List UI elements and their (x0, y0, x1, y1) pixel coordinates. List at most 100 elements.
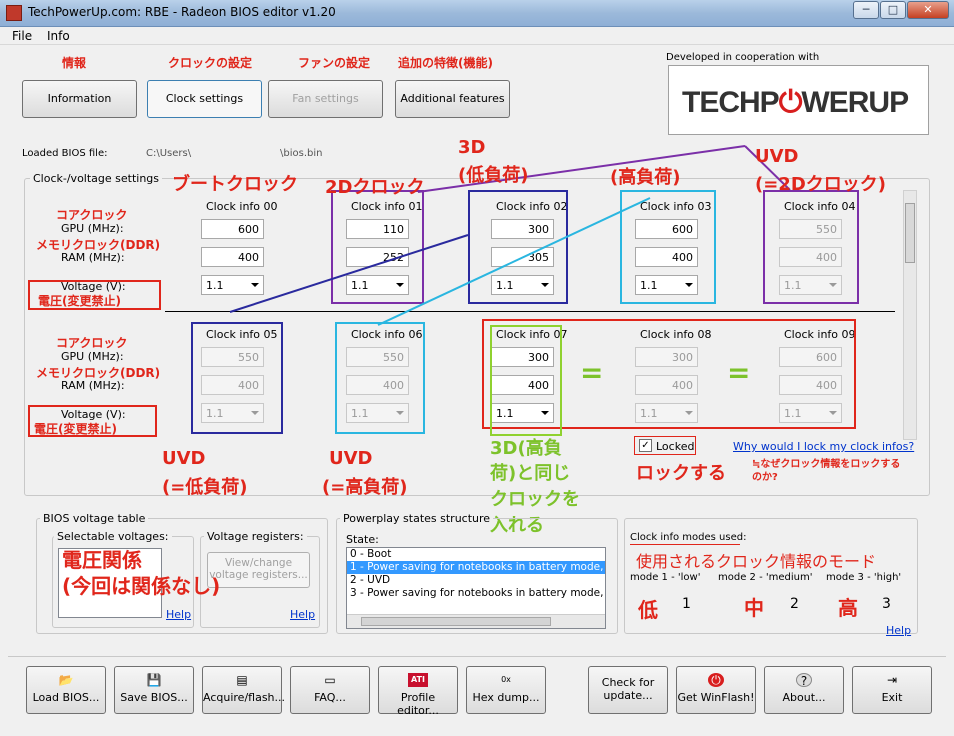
logo-text-right: WERUP (801, 86, 909, 119)
powerplay-hscrollbar[interactable] (347, 614, 605, 628)
jp-mid: 中 (744, 596, 764, 620)
ram-clock-input[interactable]: 400 (635, 247, 698, 267)
voltage-select[interactable]: 1.1 (779, 275, 842, 295)
exit-icon: ⇥ (886, 673, 898, 687)
jp-uvd-high-a: UVD (329, 448, 373, 469)
voltage-select[interactable]: 1.1 (491, 403, 554, 423)
gpu-clock-input[interactable]: 550 (779, 219, 842, 239)
clock-row-separator (165, 311, 895, 312)
powerplay-list-item[interactable]: 0 - Boot (347, 548, 605, 561)
ram-clock-input[interactable]: 400 (635, 375, 698, 395)
powerplay-state-list[interactable]: 0 - Boot 1 - Power saving for notebooks i… (346, 547, 606, 629)
powerplay-list-item[interactable]: 3 - Power saving for notebooks in batter… (347, 587, 605, 600)
exit-button[interactable]: ⇥ Exit (852, 666, 932, 714)
acquire-flash-button[interactable]: ▤ Acquire/flash... (202, 666, 285, 714)
mode-1-value: 1 (682, 596, 691, 612)
mode-3-value: 3 (882, 596, 891, 612)
voltage-select[interactable]: 1.1 (346, 275, 409, 295)
tab-fan-settings[interactable]: Fan settings (268, 80, 383, 118)
gpu-clock-input[interactable]: 110 (346, 219, 409, 239)
view-change-registers-button[interactable]: View/change voltage registers... (207, 552, 310, 588)
hex-icon: 0x (501, 675, 511, 684)
voltage-select[interactable]: 1.1 (201, 403, 264, 423)
powerplay-hscroll-thumb[interactable] (361, 617, 551, 626)
jp-additional-label: 追加の特徴(機能) (398, 56, 493, 70)
voltage-select[interactable]: 1.1 (346, 403, 409, 423)
gpu-clock-input[interactable]: 300 (491, 347, 554, 367)
voltage-registers-legend: Voltage registers: (204, 530, 307, 543)
minimize-button[interactable]: ─ (853, 1, 879, 19)
jp-uvd-top: UVD (755, 146, 799, 167)
voltage-select[interactable]: 1.1 (491, 275, 554, 295)
ram-clock-input[interactable]: 400 (201, 247, 264, 267)
about-button[interactable]: ? About... (764, 666, 844, 714)
gpu-clock-input[interactable]: 300 (635, 347, 698, 367)
save-bios-button[interactable]: 💾 Save BIOS... (114, 666, 194, 714)
gpu-clock-input[interactable]: 300 (491, 219, 554, 239)
tab-information[interactable]: Information (22, 80, 137, 118)
powerplay-list-item[interactable]: 2 - UVD (347, 574, 605, 587)
chevron-down-icon (829, 283, 837, 287)
check-update-button[interactable]: Check for update... (588, 666, 668, 714)
voltage-select-value: 1.1 (784, 407, 802, 420)
voltage-help-link-1[interactable]: Help (166, 608, 191, 621)
modes-title-underline (630, 544, 740, 545)
menu-info[interactable]: Info (47, 29, 70, 43)
get-winflash-button[interactable]: ⏻ Get WinFlash! (676, 666, 756, 714)
ram-clock-input[interactable]: 252 (346, 247, 409, 267)
jp-3d-low: (低負荷) (458, 165, 529, 186)
gpu-clock-input[interactable]: 550 (201, 347, 264, 367)
modes-title: Clock info modes used: (630, 532, 747, 543)
load-bios-button[interactable]: 📂 Load BIOS... (26, 666, 106, 714)
floppy-disk-icon: 💾 (146, 673, 162, 687)
jp-uvd-high-b: (=高負荷) (322, 477, 408, 498)
clock-info-title: Clock info 02 (496, 200, 568, 213)
ram-clock-input[interactable]: 400 (779, 375, 842, 395)
view-change-line1: View/change (224, 557, 293, 569)
window-title: TechPowerUp.com: RBE - Radeon BIOS edito… (28, 5, 336, 19)
hex-dump-button[interactable]: 0x Hex dump... (466, 666, 546, 714)
locked-checkbox[interactable]: ✓ (639, 439, 652, 452)
gpu-clock-input[interactable]: 550 (346, 347, 409, 367)
jp-volt-top: 電圧(変更禁止) (38, 294, 121, 308)
voltage-select[interactable]: 1.1 (635, 403, 698, 423)
jp-lock: ロックする (636, 463, 726, 484)
ram-clock-input[interactable]: 400 (201, 375, 264, 395)
faq-button[interactable]: ▭ FAQ... (290, 666, 370, 714)
clock-info-title: Clock info 01 (351, 200, 423, 213)
voltage-help-link-2[interactable]: Help (290, 608, 315, 621)
chevron-down-icon (541, 283, 549, 287)
tab-additional-features[interactable]: Additional features (395, 80, 510, 118)
modes-help-link[interactable]: Help (886, 624, 911, 637)
maximize-button[interactable]: □ (880, 1, 906, 19)
tab-clock-settings[interactable]: Clock settings (147, 80, 262, 118)
jp-info-label: 情報 (62, 56, 87, 70)
ram-clock-input[interactable]: 400 (779, 247, 842, 267)
ram-clock-input[interactable]: 305 (491, 247, 554, 267)
jp-fan-label: ファンの設定 (298, 56, 371, 70)
voltage-select-value: 1.1 (206, 279, 224, 292)
gpu-clock-input[interactable]: 600 (779, 347, 842, 367)
why-lock-link[interactable]: Why would I lock my clock infos? (733, 440, 914, 453)
menu-bar: File Info (0, 27, 954, 45)
mode-2-label: mode 2 - 'medium' (718, 572, 813, 583)
voltage-select[interactable]: 1.1 (635, 275, 698, 295)
menu-file[interactable]: File (12, 29, 32, 43)
powerplay-list-item[interactable]: 1 - Power saving for notebooks in batter… (347, 561, 605, 574)
loaded-bios-path-1: C:\Users\ (146, 148, 192, 159)
ram-clock-input[interactable]: 400 (491, 375, 554, 395)
jp-equal-1: = (580, 356, 604, 389)
gpu-clock-input[interactable]: 600 (635, 219, 698, 239)
scrollbar-thumb[interactable] (905, 203, 915, 263)
close-button[interactable]: ✕ (907, 1, 949, 19)
button-label: Exit (881, 691, 903, 704)
clock-info-title: Clock info 06 (351, 328, 423, 341)
jp-boot-clock: ブートクロック (172, 174, 298, 195)
clock-scrollbar[interactable] (903, 190, 917, 440)
voltage-select[interactable]: 1.1 (201, 275, 264, 295)
profile-editor-button[interactable]: ATI Profile editor... (378, 666, 458, 717)
gpu-clock-input[interactable]: 600 (201, 219, 264, 239)
ram-clock-input[interactable]: 400 (346, 375, 409, 395)
voltage-select[interactable]: 1.1 (779, 403, 842, 423)
logo-text-left: TECHP (682, 86, 780, 119)
